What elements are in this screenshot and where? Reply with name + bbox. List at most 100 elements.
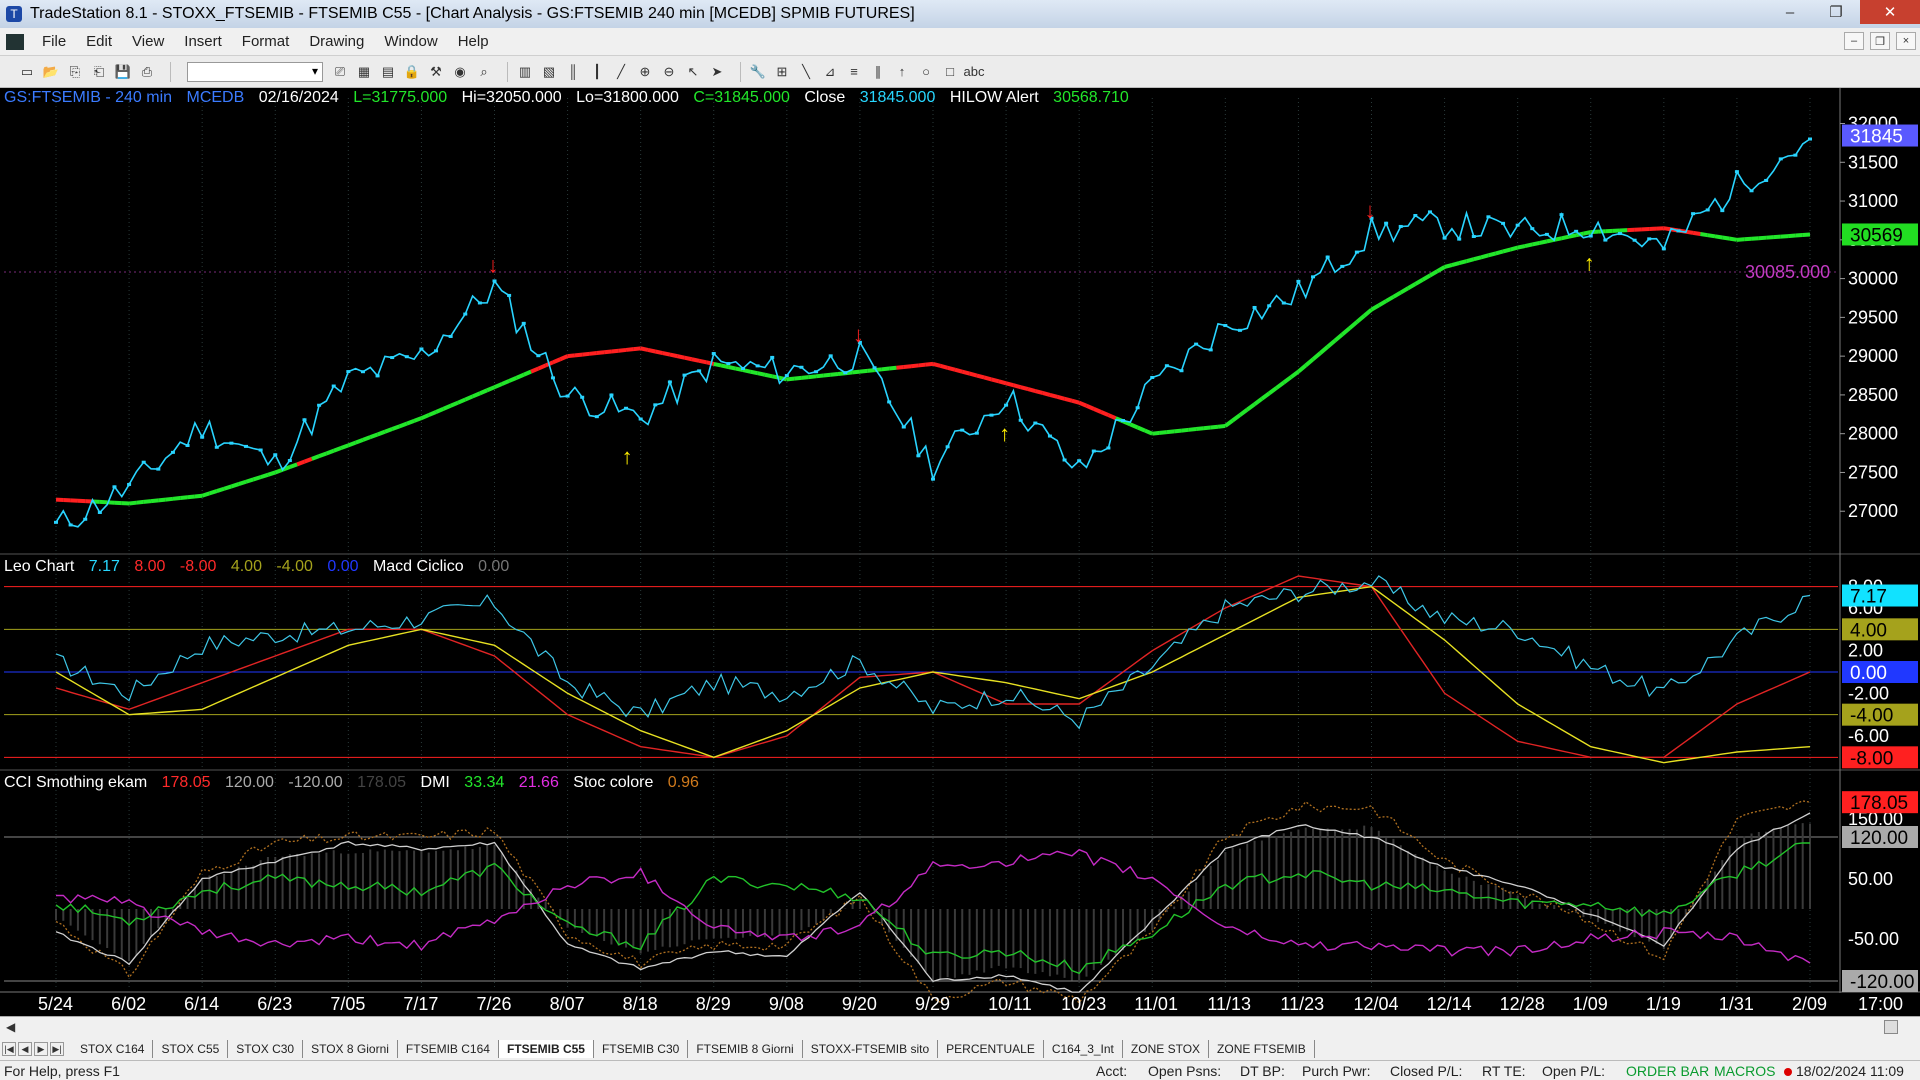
tab-prev-icon[interactable]: ◀	[18, 1042, 32, 1056]
moving-average-segment	[1034, 389, 1044, 395]
chart2-icon[interactable]: ▧	[540, 63, 558, 81]
macd-four-badge: 4.00	[1850, 620, 1887, 641]
tab-next-icon[interactable]: ▶	[34, 1042, 48, 1056]
macd-zero-badge: 0.00	[1850, 663, 1887, 684]
menu-edit[interactable]: Edit	[76, 33, 122, 50]
mdi-close-button[interactable]: ×	[1896, 32, 1916, 50]
mdi-minimize-button[interactable]: –	[1844, 32, 1864, 50]
bars-icon[interactable]: ║	[564, 63, 582, 81]
time-axis-label: 8/29	[696, 994, 731, 1014]
status-macros[interactable]: MACROS	[1714, 1063, 1775, 1079]
mdi-restore-button[interactable]: ❐	[1870, 32, 1890, 50]
candles-icon[interactable]: ┃	[588, 63, 606, 81]
fib-icon[interactable]: ≡	[845, 63, 863, 81]
wrench-icon[interactable]: 🔧	[749, 63, 767, 81]
arrow-up-icon[interactable]: ↑	[893, 63, 911, 81]
ma-badge: 30569	[1850, 225, 1903, 246]
chart-canvas[interactable]: 3200031500310003050030000295002900028500…	[0, 88, 1920, 1016]
moving-average-segment	[640, 346, 649, 352]
copy-icon[interactable]: ⎘	[66, 63, 84, 81]
tab-stox-8-giorni[interactable]: STOX 8 Giorni	[303, 1040, 398, 1058]
save-icon[interactable]: 💾	[114, 63, 132, 81]
chart-window-icon[interactable]	[6, 33, 24, 50]
time-axis-label: 8/07	[550, 994, 585, 1014]
price-bar	[1661, 247, 1666, 251]
open-folder-icon[interactable]: 📂	[42, 63, 60, 81]
tab-first-icon[interactable]: |◀	[2, 1042, 16, 1056]
line-icon[interactable]: ╱	[612, 63, 630, 81]
menu-view[interactable]: View	[122, 33, 174, 50]
moving-average-segment	[1210, 424, 1219, 430]
rect-icon[interactable]: □	[941, 63, 959, 81]
price-bar	[624, 406, 629, 410]
moving-average-segment	[581, 351, 590, 357]
chart-area[interactable]: 3200031500310003050030000295002900028500…	[0, 88, 1920, 1024]
lock-icon[interactable]: 🔒	[403, 63, 421, 81]
menu-help[interactable]: Help	[448, 33, 499, 50]
price-bar	[477, 301, 482, 305]
channel-icon[interactable]: ∥	[869, 63, 887, 81]
menu-drawing[interactable]: Drawing	[299, 33, 374, 50]
paste-icon[interactable]: ⎗	[90, 63, 108, 81]
trendline-icon[interactable]: ╲	[797, 63, 815, 81]
tab-ftsemib-c164[interactable]: FTSEMIB C164	[398, 1040, 499, 1058]
close-button[interactable]: ✕	[1860, 0, 1920, 24]
workspace2-icon[interactable]: ▤	[379, 63, 397, 81]
tab-stox-c30[interactable]: STOX C30	[228, 1040, 304, 1058]
moving-average-segment	[1766, 235, 1774, 240]
scroll-left-icon[interactable]: ◀	[6, 1020, 15, 1034]
workspace-icon[interactable]: ▦	[355, 63, 373, 81]
circle-icon[interactable]: ○	[917, 63, 935, 81]
price-bar	[1354, 250, 1359, 254]
cursor-icon[interactable]: ➤	[708, 63, 726, 81]
tab-stox-c55[interactable]: STOX C55	[153, 1040, 229, 1058]
tab-percentuale[interactable]: PERCENTUALE	[938, 1040, 1044, 1058]
price-bar	[1617, 232, 1622, 236]
moving-average-segment	[1517, 244, 1526, 250]
tools-icon[interactable]: ⚒	[427, 63, 445, 81]
new-doc-icon[interactable]: ▭	[18, 63, 36, 81]
price-bar	[1121, 419, 1126, 423]
chart-scrollbar[interactable]: ◀	[0, 1016, 1920, 1038]
print-icon[interactable]: ⎙	[138, 63, 156, 81]
pointer-icon[interactable]: ↖	[684, 63, 702, 81]
globe-icon[interactable]: ◉	[451, 63, 469, 81]
menu-format[interactable]: Format	[232, 33, 300, 50]
tab-stox-c164[interactable]: STOX C164	[72, 1040, 154, 1058]
moving-average-segment	[1056, 394, 1066, 401]
tab-c164-3-int[interactable]: C164_3_Int	[1044, 1040, 1123, 1058]
status-rt-te: RT TE:	[1482, 1063, 1526, 1079]
insert-icon[interactable]: ⊞	[773, 63, 791, 81]
find-icon[interactable]: ⌕	[475, 63, 493, 81]
zoom-in-icon[interactable]: ⊕	[636, 63, 654, 81]
scroll-thumb[interactable]	[1884, 1020, 1898, 1034]
tab-last-icon[interactable]: ▶|	[50, 1042, 64, 1056]
zoom-out-icon[interactable]: ⊖	[660, 63, 678, 81]
print-preview-icon[interactable]: ⎚	[331, 63, 349, 81]
tab-zone-stox[interactable]: ZONE STOX	[1123, 1040, 1210, 1058]
tab-stoxx-ftsemib-sito[interactable]: STOXX-FTSEMIB sito	[803, 1040, 939, 1058]
legend-symbol: GS:FTSEMIB - 240 min	[4, 89, 173, 106]
price-bar	[1588, 234, 1593, 238]
moving-average-segment	[720, 363, 729, 369]
tab-ftsemib-8-giorni[interactable]: FTSEMIB 8 Giorni	[688, 1040, 803, 1058]
buy-arrow-icon: ↑	[622, 444, 633, 469]
symbol-combo[interactable]	[187, 61, 323, 82]
moving-average-segment	[1282, 375, 1293, 385]
sell-arrow-icon: ↓	[853, 322, 864, 347]
status-order-bar[interactable]: ORDER BAR	[1626, 1063, 1709, 1079]
moving-average-segment	[471, 391, 481, 399]
text-icon[interactable]: abc	[964, 63, 985, 81]
maximize-button[interactable]: ❐	[1814, 0, 1858, 24]
minimize-button[interactable]: –	[1768, 0, 1812, 24]
moving-average-segment	[830, 371, 839, 377]
menu-window[interactable]: Window	[374, 33, 447, 50]
chart-icon[interactable]: ▥	[516, 63, 534, 81]
tab-ftsemib-c55[interactable]: FTSEMIB C55	[498, 1040, 594, 1058]
gann-icon[interactable]: ⊿	[821, 63, 839, 81]
price-bar	[1574, 229, 1579, 233]
menu-insert[interactable]: Insert	[174, 33, 232, 50]
tab-ftsemib-c30[interactable]: FTSEMIB C30	[594, 1040, 689, 1058]
menu-file[interactable]: File	[32, 33, 76, 50]
tab-zone-ftsemib[interactable]: ZONE FTSEMIB	[1209, 1040, 1315, 1058]
